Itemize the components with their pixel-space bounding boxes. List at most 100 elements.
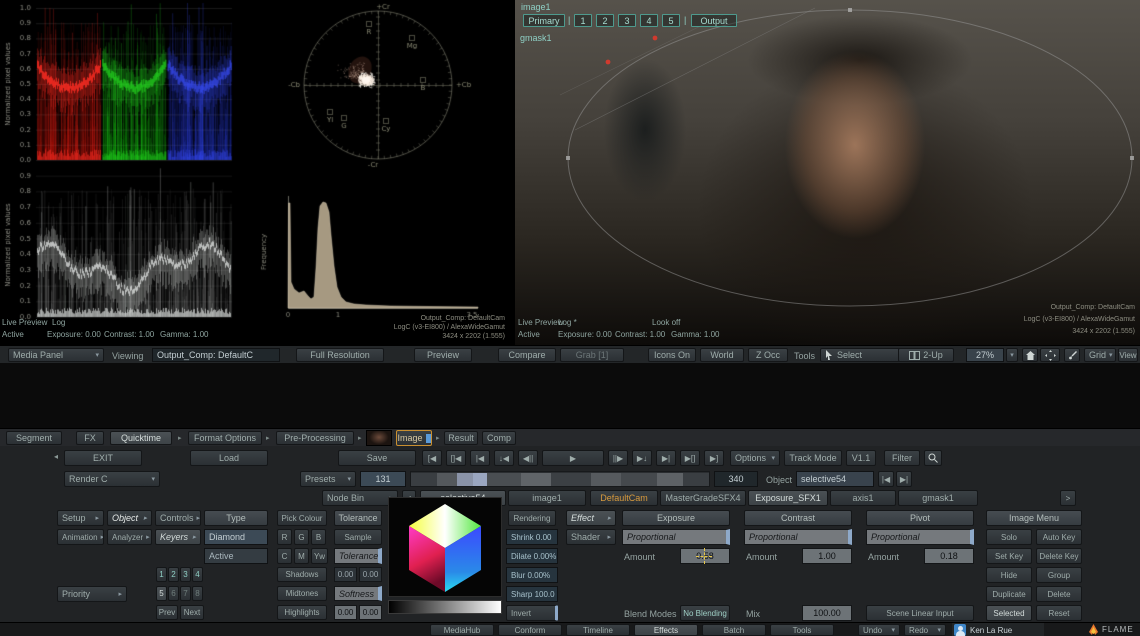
full-resolution-button[interactable]: Full Resolution xyxy=(296,348,384,362)
end-frame-field[interactable]: 340 xyxy=(714,471,758,487)
view-page-5-button[interactable]: 5 xyxy=(662,14,680,27)
shadows-button[interactable]: Shadows xyxy=(277,567,327,582)
key-slot-3-button[interactable]: 3 xyxy=(180,567,191,582)
animation-menu-button[interactable]: Animation▸ xyxy=(57,529,104,545)
step-forward-button[interactable]: ▶↓ xyxy=(632,450,652,466)
compare-button[interactable]: Compare xyxy=(498,348,556,362)
analyzer-menu-button[interactable]: Analyzer▸ xyxy=(107,529,152,545)
softness-value-2[interactable]: 0.00 xyxy=(359,605,382,620)
blur-field[interactable]: Blur 0.00% xyxy=(506,567,558,583)
setup-menu-button[interactable]: Setup▸ xyxy=(57,510,104,526)
module-mediahub[interactable]: MediaHub xyxy=(430,624,494,636)
tab-result[interactable]: Result xyxy=(444,431,478,445)
world-button[interactable]: World xyxy=(700,348,744,362)
blend-mode-button[interactable]: No Blending xyxy=(680,605,730,621)
grab-button[interactable]: Grab [1] xyxy=(560,348,624,362)
channel-c-button[interactable]: C xyxy=(277,548,292,564)
next-object-button[interactable]: ▶| xyxy=(896,471,912,487)
keyer-type-field[interactable]: Diamond xyxy=(204,529,268,545)
pan-view-button[interactable] xyxy=(1040,348,1060,362)
select-tool-button[interactable]: Select xyxy=(820,348,904,362)
pivot-amount-field[interactable]: 0.18 xyxy=(924,548,974,564)
view-page-2-button[interactable]: 2 xyxy=(596,14,614,27)
z-occ-button[interactable]: Z Occ xyxy=(748,348,788,362)
next-keyframe-button[interactable]: ▶| xyxy=(656,450,676,466)
selected-button[interactable]: Selected xyxy=(986,605,1032,621)
module-conform[interactable]: Conform xyxy=(498,624,562,636)
track-mode-button[interactable]: Track Mode xyxy=(784,450,842,466)
reset-button[interactable]: Reset xyxy=(1036,605,1082,621)
object-menu-button[interactable]: Object▸ xyxy=(107,510,152,526)
softness-mode-field[interactable]: Softness xyxy=(334,586,382,601)
preview-button[interactable]: Preview xyxy=(414,348,472,362)
view-page-1-button[interactable]: 1 xyxy=(574,14,592,27)
redo-button[interactable]: Redo▾ xyxy=(904,624,946,636)
gmask-edge-handle[interactable] xyxy=(566,156,570,160)
colour-cube[interactable] xyxy=(389,498,501,596)
primary-view-button[interactable]: Primary xyxy=(523,14,565,27)
priority-menu-button[interactable]: Priority▸ xyxy=(57,586,127,602)
tolerance-value-1[interactable]: 0.00 xyxy=(334,567,357,582)
play-step-button[interactable]: ||▶ xyxy=(608,450,628,466)
shader-menu-button[interactable]: Shader▸ xyxy=(566,529,616,545)
next-key-button[interactable]: Next xyxy=(180,605,204,620)
previous-keyframe-button[interactable]: |◀ xyxy=(470,450,490,466)
sample-button[interactable]: Sample xyxy=(334,529,382,545)
key-slot-2-button[interactable]: 2 xyxy=(168,567,179,582)
tab-segment[interactable]: Segment xyxy=(6,431,62,445)
color-picker-button[interactable] xyxy=(1064,348,1080,362)
auto-key-button[interactable]: Auto Key xyxy=(1036,529,1082,545)
delete-button[interactable]: Delete xyxy=(1036,586,1082,602)
colour-cube-panel[interactable] xyxy=(388,497,502,597)
tab-comp[interactable]: Comp xyxy=(482,431,516,445)
zoom-level-field[interactable]: 27% xyxy=(966,348,1004,362)
bin-tab-image1[interactable]: image1 xyxy=(508,490,586,506)
jump-forward-segment-button[interactable]: ▶[] xyxy=(680,450,700,466)
active-field[interactable]: Active xyxy=(204,548,268,564)
key-slot-5-button[interactable]: 5 xyxy=(156,586,167,601)
channel-g-button[interactable]: G xyxy=(294,529,309,545)
segment-mini-thumbnail[interactable] xyxy=(366,430,392,446)
module-effects-selected[interactable]: Effects xyxy=(634,624,698,636)
current-frame-field[interactable]: 131 xyxy=(360,471,406,487)
effect-menu-button[interactable]: Effect▸ xyxy=(566,510,616,526)
render-mode-button[interactable]: Render C▾ xyxy=(64,471,160,487)
group-button[interactable]: Group xyxy=(1036,567,1082,583)
gmask-edge-handle[interactable] xyxy=(1130,156,1134,160)
grid-button[interactable]: Grid▾ xyxy=(1084,348,1116,362)
scene-linear-input-button[interactable]: Scene Linear Input xyxy=(866,605,974,621)
sharp-field[interactable]: Sharp 100.0 xyxy=(506,586,558,602)
view-button[interactable]: View xyxy=(1118,348,1138,362)
version-button[interactable]: V1.1 xyxy=(846,450,876,466)
module-timeline[interactable]: Timeline xyxy=(566,624,630,636)
viewing-value-field[interactable]: Output_Comp: DefaultC xyxy=(152,348,280,362)
hide-button[interactable]: Hide xyxy=(986,567,1032,583)
channel-r-button[interactable]: R xyxy=(277,529,292,545)
controls-menu-button[interactable]: Controls▸ xyxy=(155,510,201,526)
highlights-button[interactable]: Highlights xyxy=(277,605,327,620)
node-exposure-selected[interactable]: Exposure_SFX1 xyxy=(748,490,828,506)
previous-object-button[interactable]: |◀ xyxy=(878,471,894,487)
module-batch[interactable]: Batch xyxy=(702,624,766,636)
key-slot-7-button[interactable]: 7 xyxy=(180,586,191,601)
viewer-canvas[interactable]: image1 Primary | 1 2 3 4 5 | Output gmas… xyxy=(515,0,1140,345)
view-page-4-button[interactable]: 4 xyxy=(640,14,658,27)
zoom-dropdown-button[interactable]: ▾ xyxy=(1006,348,1018,362)
tab-pre-processing[interactable]: Pre-Processing xyxy=(276,431,354,445)
node-bin-button[interactable]: Node Bin▸ xyxy=(322,490,398,506)
pick-colour-button[interactable]: Pick Colour xyxy=(277,510,327,526)
filter-button[interactable]: Filter xyxy=(884,450,920,466)
view-page-3-button[interactable]: 3 xyxy=(618,14,636,27)
tolerance-value-2[interactable]: 0.00 xyxy=(359,567,382,582)
node-axis1[interactable]: axis1 xyxy=(830,490,896,506)
channel-b-button[interactable]: B xyxy=(311,529,326,545)
key-slot-1-button[interactable]: 1 xyxy=(156,567,167,582)
search-button[interactable] xyxy=(924,450,942,466)
pivot-mode-field[interactable]: Proportional xyxy=(866,529,974,545)
object-value-field[interactable]: selective54 xyxy=(796,471,874,487)
two-up-button[interactable]: 2-Up xyxy=(898,348,954,362)
gmask-vertex-handle[interactable] xyxy=(653,36,658,41)
key-slot-8-button[interactable]: 8 xyxy=(192,586,203,601)
timeline-strip[interactable] xyxy=(410,471,710,487)
play-button[interactable]: ▶ xyxy=(542,450,604,466)
